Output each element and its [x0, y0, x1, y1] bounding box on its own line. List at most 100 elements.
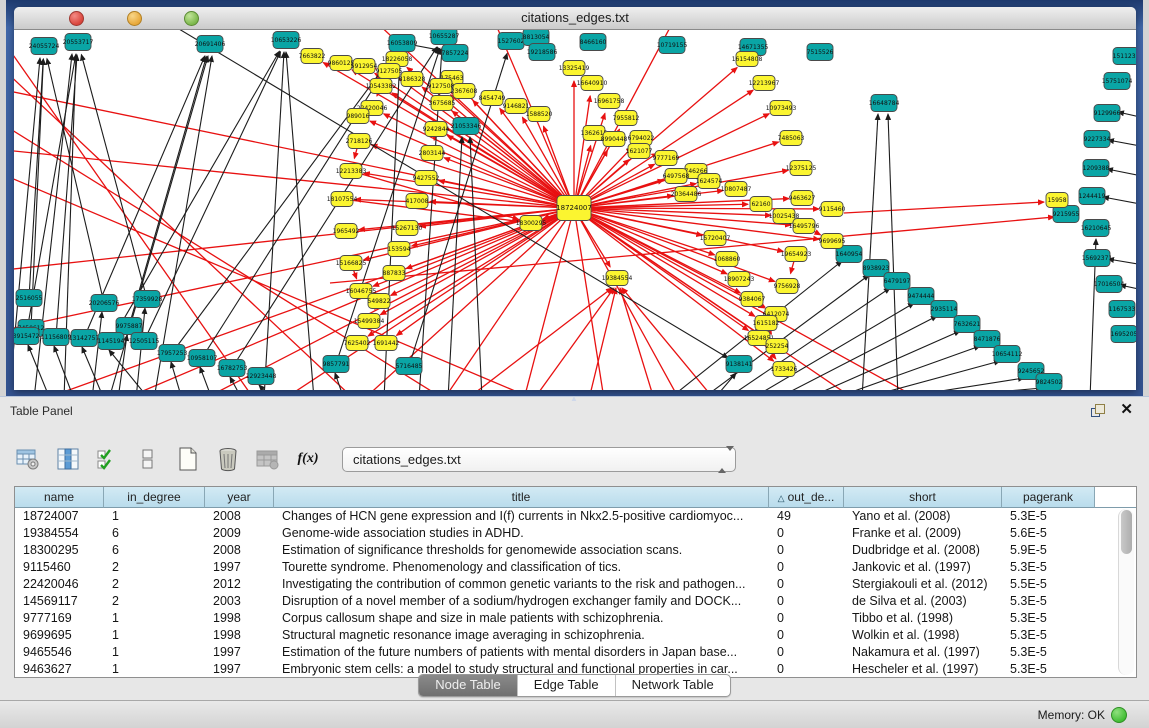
table-row[interactable]: 1456911722003Disruption of a novel membe… [15, 593, 1136, 610]
table-cell[interactable]: 9115460 [15, 559, 104, 576]
graph-node[interactable]: 6479197 [884, 273, 911, 290]
table-row[interactable]: 946554611997Estimation of the future num… [15, 644, 1136, 661]
column-header-name[interactable]: name [15, 487, 104, 508]
graph-node[interactable]: 19384554 [602, 271, 633, 286]
graph-node[interactable]: 10958107 [187, 350, 218, 367]
table-settings-icon[interactable] [14, 445, 42, 473]
graph-node[interactable]: 7625402 [344, 336, 371, 351]
table-cell[interactable]: 0 [769, 644, 844, 661]
graph-node[interactable]: 10807487 [721, 182, 752, 197]
graph-node[interactable]: 9227334 [1084, 131, 1111, 148]
tab-network-table[interactable]: Network Table [616, 675, 730, 696]
select-all-icon[interactable] [94, 445, 122, 473]
graph-node[interactable]: 16648784 [869, 95, 900, 112]
graph-node[interactable]: 16495796 [789, 219, 820, 234]
graph-node[interactable]: 15958 [1046, 193, 1068, 208]
graph-node[interactable]: 9857791 [323, 356, 350, 373]
table-cell[interactable]: 2 [104, 593, 205, 610]
graph-node[interactable]: 17016504 [1094, 276, 1125, 293]
table-cell[interactable]: 14569117 [15, 593, 104, 610]
graph-node[interactable]: 9242844 [423, 122, 450, 137]
graph-node[interactable]: 153594 [388, 242, 411, 257]
graph-node[interactable]: 1527602 [498, 33, 525, 50]
graph-node[interactable]: 8990448 [601, 132, 628, 147]
graph-node[interactable]: 8186328 [399, 72, 426, 87]
table-cell[interactable]: 2008 [205, 508, 274, 525]
table-cell[interactable]: 5.3E-5 [1002, 610, 1095, 627]
table-cell[interactable]: 49 [769, 508, 844, 525]
table-row[interactable]: 969969511998Structural magnetic resonanc… [15, 627, 1136, 644]
close-panel-icon[interactable]: ✕ [1120, 401, 1133, 419]
graph-node[interactable]: 9756928 [774, 279, 801, 294]
graph-node[interactable]: 2367608 [451, 84, 478, 99]
graph-node[interactable]: 17359928 [132, 291, 163, 308]
graph-node[interactable]: 10654112 [992, 346, 1023, 363]
graph-node[interactable]: 1068860 [714, 252, 741, 267]
graph-node[interactable]: 2935114 [931, 301, 958, 318]
table-cell[interactable]: Estimation of the future numbers of pati… [274, 644, 769, 661]
graph-node[interactable]: 1615182 [753, 316, 780, 331]
graph-node[interactable]: 8454749 [479, 91, 506, 106]
graph-node[interactable]: 9215955 [1053, 206, 1080, 223]
table-cell[interactable]: 5.3E-5 [1002, 559, 1095, 576]
graph-node[interactable]: 2718126 [346, 134, 373, 149]
table-cell[interactable]: Corpus callosum shape and size in male p… [274, 610, 769, 627]
graph-node[interactable]: 9777169 [653, 151, 680, 166]
graph-node[interactable]: 9384067 [739, 292, 766, 307]
graph-node[interactable]: 18907243 [724, 272, 755, 287]
table-row[interactable]: 1938455462009Genome-wide association stu… [15, 525, 1136, 542]
graph-node[interactable]: 15751074 [1102, 73, 1133, 90]
graph-node[interactable]: 989016 [347, 109, 370, 124]
table-scrollbar[interactable] [1118, 509, 1134, 675]
table-cell[interactable]: Changes of HCN gene expression and I(f) … [274, 508, 769, 525]
graph-node[interactable]: 5912954 [351, 59, 378, 74]
graph-node[interactable]: 24055724 [29, 38, 60, 55]
graph-node[interactable]: 15499384 [354, 314, 385, 329]
graph-node[interactable]: 9138141 [726, 356, 753, 373]
graph-node[interactable]: 10543382 [366, 79, 397, 94]
table-cell[interactable]: 2009 [205, 525, 274, 542]
table-cell[interactable]: 1 [104, 508, 205, 525]
graph-node[interactable]: 1511232 [1113, 48, 1136, 65]
table-cell[interactable]: 1998 [205, 627, 274, 644]
graph-node[interactable]: 16961758 [594, 94, 625, 109]
table-cell[interactable]: 1997 [205, 644, 274, 661]
table-cell[interactable]: 5.9E-5 [1002, 542, 1095, 559]
graph-node[interactable]: 10719155 [657, 37, 688, 54]
table-cell[interactable]: Investigating the contribution of common… [274, 576, 769, 593]
table-cell[interactable]: 1997 [205, 559, 274, 576]
table-cell[interactable]: 0 [769, 525, 844, 542]
table-cell[interactable]: 2008 [205, 542, 274, 559]
table-cell[interactable]: Yano et al. (2008) [844, 508, 1002, 525]
table-cell[interactable]: 19384554 [15, 525, 104, 542]
table-cell[interactable]: 0 [769, 593, 844, 610]
graph-node[interactable]: 12213383 [336, 164, 367, 179]
graph-node[interactable]: 20553717 [63, 34, 94, 51]
graph-node[interactable]: 20206576 [89, 295, 120, 312]
table-cell[interactable]: 9777169 [15, 610, 104, 627]
graph-node[interactable]: 9474444 [908, 288, 935, 305]
table-cell[interactable]: 0 [769, 627, 844, 644]
new-table-icon[interactable] [174, 445, 202, 473]
table-cell[interactable]: Franke et al. (2009) [844, 525, 1002, 542]
graph-node[interactable]: 12213967 [749, 76, 780, 91]
table-cell[interactable]: 2012 [205, 576, 274, 593]
graph-node[interactable]: 1167533 [1109, 301, 1136, 318]
graph-node[interactable]: 16640910 [577, 76, 608, 91]
graph-node[interactable]: 8471876 [974, 331, 1001, 348]
graph-node[interactable]: 1244419 [1079, 188, 1106, 205]
graph-node[interactable]: 7632621 [954, 316, 981, 333]
graph-node[interactable]: 9129966 [1094, 105, 1121, 122]
graph-node[interactable]: 1695205 [1111, 326, 1136, 343]
table-cell[interactable]: 5.6E-5 [1002, 525, 1095, 542]
table-cell[interactable]: 5.3E-5 [1002, 508, 1095, 525]
graph-node[interactable]: 13325419 [559, 61, 590, 76]
scrollbar-thumb[interactable] [1121, 510, 1132, 554]
graph-node[interactable]: 10973493 [766, 101, 797, 116]
graph-node[interactable]: 16053809 [387, 35, 418, 52]
graph-node[interactable]: 17957253 [157, 345, 188, 362]
graph-node[interactable]: 13142757 [69, 330, 100, 347]
graph-node[interactable]: 9975887 [116, 318, 143, 335]
import-table-icon[interactable] [254, 445, 282, 473]
memory-status-icon[interactable] [1111, 707, 1127, 723]
